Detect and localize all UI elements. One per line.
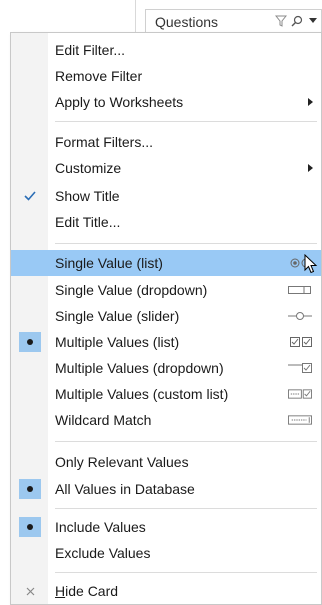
menu-separator bbox=[55, 572, 317, 573]
hide-card-text: ide Card bbox=[65, 583, 119, 599]
menu-item-label: Exclude Values bbox=[55, 545, 151, 561]
menu-item-multiple-values-list[interactable]: Multiple Values (list) bbox=[11, 329, 321, 355]
menu-item-all-values-in-database[interactable]: All Values in Database bbox=[11, 476, 321, 502]
hide-card-accelerator: H bbox=[55, 583, 66, 599]
menu-item-edit-title[interactable]: Edit Title... bbox=[11, 209, 321, 235]
mouse-pointer-icon bbox=[304, 253, 318, 279]
menu-item-label: Remove Filter bbox=[55, 68, 143, 84]
multi-dropdown-control-icon bbox=[288, 361, 312, 375]
menu-item-label: Format Filters... bbox=[55, 134, 154, 150]
menu-item-multiple-values-custom-list[interactable]: Multiple Values (custom list) bbox=[11, 381, 321, 407]
selected-dot-icon bbox=[19, 332, 41, 352]
menu-item-label: Wildcard Match bbox=[55, 412, 152, 428]
menu-item-label: Edit Filter... bbox=[55, 42, 126, 58]
menu-item-format-filters[interactable]: Format Filters... bbox=[11, 129, 321, 155]
menu-item-label: Apply to Worksheets bbox=[55, 94, 184, 110]
worksheet-header-area: Questions bbox=[0, 0, 322, 34]
menu-item-label: Show Title bbox=[55, 188, 120, 204]
dropdown-control-icon bbox=[288, 283, 312, 297]
menu-item-include-values[interactable]: Include Values bbox=[11, 514, 321, 540]
menu-item-edit-filter[interactable]: Edit Filter... bbox=[11, 37, 321, 63]
menu-item-label: Only Relevant Values bbox=[55, 454, 189, 470]
selected-dot-icon bbox=[19, 479, 41, 499]
menu-item-remove-filter[interactable]: Remove Filter bbox=[11, 63, 321, 89]
menu-item-label: Single Value (slider) bbox=[55, 308, 180, 324]
menu-item-label: Multiple Values (list) bbox=[55, 334, 180, 350]
slider-control-icon bbox=[288, 309, 312, 323]
submenu-arrow-icon bbox=[308, 98, 313, 106]
menu-separator bbox=[55, 243, 317, 244]
menu-item-single-value-list[interactable]: Single Value (list) bbox=[11, 250, 321, 276]
menu-item-only-relevant-values[interactable]: Only Relevant Values bbox=[11, 449, 321, 475]
filter-card-header[interactable]: Questions bbox=[145, 9, 322, 34]
menu-separator bbox=[55, 508, 317, 509]
menu-item-label: Include Values bbox=[55, 519, 146, 535]
filter-context-menu: Edit Filter... Remove Filter Apply to Wo… bbox=[10, 32, 322, 605]
menu-item-label: Single Value (list) bbox=[55, 255, 163, 271]
menu-separator bbox=[55, 121, 317, 122]
menu-item-customize[interactable]: Customize bbox=[11, 155, 321, 181]
menu-item-label: Multiple Values (custom list) bbox=[55, 386, 229, 402]
dropdown-arrow-icon[interactable] bbox=[306, 13, 320, 29]
search-icon[interactable] bbox=[290, 13, 304, 29]
menu-item-apply-to-worksheets[interactable]: Apply to Worksheets bbox=[11, 89, 321, 115]
menu-item-label: Hide Card bbox=[55, 583, 118, 599]
menu-separator bbox=[55, 441, 317, 442]
menu-item-label: Single Value (dropdown) bbox=[55, 282, 208, 298]
menu-item-wildcard-match[interactable]: Wildcard Match bbox=[11, 407, 321, 433]
checkmark-icon bbox=[19, 186, 41, 206]
menu-item-single-value-dropdown[interactable]: Single Value (dropdown) bbox=[11, 277, 321, 303]
menu-item-label: All Values in Database bbox=[55, 481, 195, 497]
checkbox-list-icon bbox=[288, 335, 312, 349]
menu-item-label: Edit Title... bbox=[55, 214, 121, 230]
left-panel-header bbox=[0, 0, 136, 34]
submenu-arrow-icon bbox=[308, 164, 313, 172]
wildcard-input-icon bbox=[288, 413, 312, 427]
menu-item-multiple-values-dropdown[interactable]: Multiple Values (dropdown) bbox=[11, 355, 321, 381]
custom-list-control-icon bbox=[288, 387, 312, 401]
filter-icon[interactable] bbox=[274, 13, 288, 29]
selected-dot-icon bbox=[19, 517, 41, 537]
menu-item-label: Multiple Values (dropdown) bbox=[55, 360, 224, 376]
menu-item-single-value-slider[interactable]: Single Value (slider) bbox=[11, 303, 321, 329]
menu-item-exclude-values[interactable]: Exclude Values bbox=[11, 540, 321, 566]
close-icon bbox=[19, 581, 41, 601]
menu-item-hide-card[interactable]: Hide Card bbox=[11, 578, 321, 604]
menu-item-show-title[interactable]: Show Title bbox=[11, 183, 321, 209]
filter-card-title: Questions bbox=[155, 14, 219, 30]
menu-item-label: Customize bbox=[55, 160, 122, 176]
